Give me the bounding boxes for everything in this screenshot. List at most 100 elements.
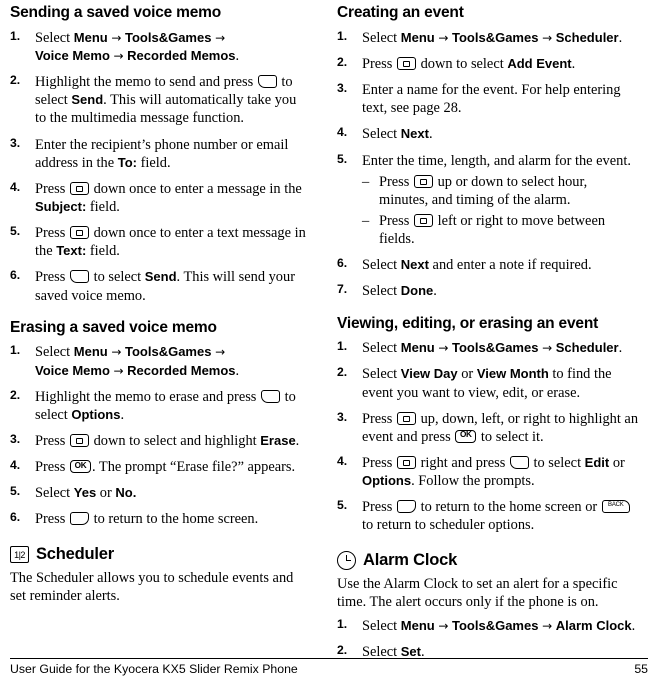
step-text: Highlight the memo to send and press to … bbox=[35, 74, 297, 127]
ui-term: Options bbox=[362, 473, 412, 489]
arrow-icon: → bbox=[113, 363, 124, 378]
step-item: 4. Select Next. bbox=[337, 125, 638, 143]
step-item: 5. Press down once to enter a text messag… bbox=[10, 224, 311, 260]
step-number: 2. bbox=[337, 643, 348, 657]
left-softkey-icon bbox=[257, 75, 277, 89]
navigation-key-icon bbox=[69, 434, 89, 448]
step-number: 5. bbox=[10, 484, 21, 499]
step-item: 4. Press down once to enter a message in … bbox=[10, 180, 311, 216]
step-text: Select Menu → Tools&Games → Alarm Clock. bbox=[362, 617, 636, 634]
step-number: 1. bbox=[10, 343, 21, 358]
section-heading: Erasing a saved voice memo bbox=[10, 318, 217, 336]
ui-term: No. bbox=[115, 485, 137, 501]
ui-term: Tools&Games bbox=[452, 617, 539, 633]
ui-term: Next bbox=[400, 126, 429, 142]
step-text: Press down to select and highlight Erase… bbox=[35, 433, 300, 450]
navigation-key-icon bbox=[69, 226, 89, 240]
substep-item: – Press up or down to select hour, minute… bbox=[362, 173, 638, 209]
step-text: Select Next. bbox=[362, 126, 433, 143]
step-list: 1. Select Menu → Tools&Games → Voice Memo… bbox=[10, 343, 311, 528]
ui-term: Add Event bbox=[507, 55, 572, 71]
step-item: 3. Enter the recipient’s phone number or … bbox=[10, 136, 311, 172]
arrow-icon: → bbox=[113, 48, 124, 63]
step-number: 6. bbox=[10, 268, 21, 283]
ui-term: Tools&Games bbox=[452, 340, 539, 356]
step-item: 6. Press to return to the home screen. bbox=[10, 510, 311, 528]
step-text: Press to return to the home screen. bbox=[35, 511, 259, 528]
page-footer: User Guide for the Kyocera KX5 Slider Re… bbox=[10, 658, 648, 680]
ui-term: Voice Memo bbox=[35, 47, 110, 63]
ui-term: Tools&Games bbox=[125, 29, 212, 45]
step-number: 2. bbox=[337, 54, 348, 69]
step-text: Select Done. bbox=[362, 283, 437, 300]
ui-term: Done bbox=[400, 283, 434, 299]
step-number: 1. bbox=[337, 616, 348, 631]
step-text: Select View Day or View Month to find th… bbox=[362, 366, 612, 401]
step-text: Press right and press to select Edit or … bbox=[362, 455, 625, 490]
step-number: 2. bbox=[10, 73, 21, 88]
ui-term: Alarm Clock bbox=[555, 617, 632, 633]
section-heading: Sending a saved voice memo bbox=[10, 4, 222, 21]
step-number: 7. bbox=[337, 282, 348, 297]
step-item: 2. Select View Day or View Month to find … bbox=[337, 365, 638, 401]
step-text: Select Next and enter a note if required… bbox=[362, 257, 592, 274]
ui-term: Menu bbox=[400, 340, 435, 356]
scheduler-icon: 1|2 bbox=[10, 545, 29, 563]
navigation-key-icon bbox=[413, 213, 433, 227]
step-item: 5. Select Yes or No. bbox=[10, 484, 311, 502]
substep-text: Press up or down to select hour, minutes… bbox=[379, 173, 588, 208]
body-paragraph: The Scheduler allows you to schedule eve… bbox=[10, 569, 294, 604]
arrow-icon: → bbox=[111, 345, 122, 360]
ok-key-icon bbox=[455, 429, 477, 443]
arrow-icon: → bbox=[438, 30, 449, 45]
substep-dash: – bbox=[362, 173, 370, 190]
substep-dash: – bbox=[362, 212, 370, 229]
step-number: 1. bbox=[337, 28, 348, 43]
ui-term: Next bbox=[400, 257, 429, 273]
step-item: 6. Press to select Send. This will send y… bbox=[10, 268, 311, 304]
step-item: 4. Press . The prompt “Erase file?” appea… bbox=[10, 458, 311, 476]
substep-list: – Press up or down to select hour, minute… bbox=[362, 173, 638, 249]
step-number: 3. bbox=[337, 81, 348, 96]
ui-term: Send bbox=[71, 92, 104, 108]
step-text: Select Menu → Tools&Games → Voice Memo →… bbox=[35, 344, 240, 379]
step-item: 2. Highlight the memo to erase and press … bbox=[10, 388, 311, 424]
step-text: Press down to select Add Event. bbox=[362, 55, 576, 72]
step-item: 1. Select Menu → Tools&Games → Alarm Cloc… bbox=[337, 617, 638, 635]
step-number: 2. bbox=[10, 387, 21, 402]
step-list: 1. Select Menu → Tools&Games → Scheduler.… bbox=[337, 339, 638, 534]
scheduler-heading-text: Scheduler bbox=[36, 544, 114, 563]
page: Sending a saved voice memo 1. Select Menu … bbox=[0, 0, 658, 686]
step-item: 3. Press down to select and highlight Era… bbox=[10, 432, 311, 450]
navigation-key-icon bbox=[396, 411, 416, 425]
step-number: 4. bbox=[10, 458, 21, 473]
ui-term: To: bbox=[117, 154, 137, 170]
ui-term: Scheduler bbox=[555, 340, 619, 356]
scheduler-feature-heading: 1|2 Scheduler bbox=[10, 545, 311, 564]
step-text: Enter the time, length, and alarm for th… bbox=[362, 152, 631, 169]
ui-term: Voice Memo bbox=[35, 362, 110, 378]
ok-key-icon bbox=[69, 460, 91, 474]
step-number: 3. bbox=[10, 135, 21, 150]
step-text: Press . The prompt “Erase file?” appears… bbox=[35, 459, 295, 475]
step-item: 4. Press right and press to select Edit o… bbox=[337, 454, 638, 490]
step-text: Highlight the memo to erase and press to… bbox=[35, 388, 296, 423]
step-item: 2. Press down to select Add Event. bbox=[337, 55, 638, 73]
left-softkey-icon bbox=[509, 456, 529, 470]
ui-term: Recorded Memos bbox=[127, 362, 236, 378]
step-text: Select Menu → Tools&Games → Scheduler. bbox=[362, 29, 623, 46]
step-text: Enter the recipient’s phone number or em… bbox=[35, 136, 289, 171]
footer-page-number: 55 bbox=[634, 662, 648, 676]
section-heading: Creating an event bbox=[337, 4, 464, 21]
step-item: 6. Select Next and enter a note if requir… bbox=[337, 256, 638, 274]
right-column: Creating an event 1. Select Menu → Tools&G… bbox=[337, 4, 638, 660]
navigation-key-icon bbox=[413, 174, 433, 188]
step-number: 6. bbox=[337, 256, 348, 271]
step-number: 3. bbox=[337, 409, 348, 424]
step-item: 1. Select Menu → Tools&Games → Scheduler. bbox=[337, 339, 638, 357]
ui-term: Erase bbox=[260, 433, 296, 449]
step-item: 1. Select Menu → Tools&Games → Scheduler. bbox=[337, 29, 638, 47]
step-item: 5. Press to return to the home screen or … bbox=[337, 498, 638, 534]
left-softkey-icon bbox=[69, 270, 89, 284]
step-item: 3. Enter a name for the event. For help e… bbox=[337, 81, 638, 117]
